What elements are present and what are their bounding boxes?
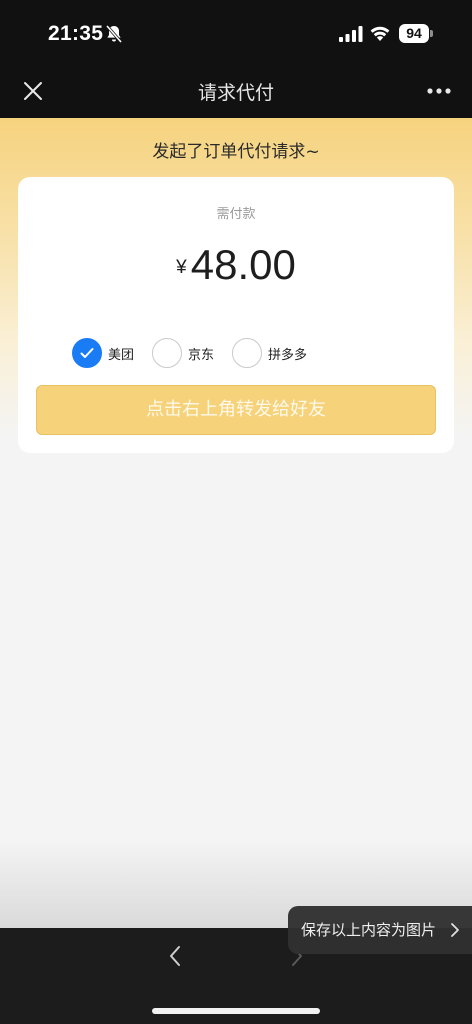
platform-label: 京东 xyxy=(188,347,215,363)
forward-to-friend-button[interactable]: 点击右上角转发给好友 xyxy=(36,385,436,435)
battery-level: 94 xyxy=(399,24,429,43)
page-title: 请求代付 xyxy=(197,82,274,104)
radio-unchecked-icon[interactable] xyxy=(152,338,183,368)
radio-checked-icon[interactable] xyxy=(72,338,102,368)
back-arrow-icon[interactable] xyxy=(166,944,184,968)
currency-symbol: ¥ xyxy=(176,257,187,278)
checkmark-icon xyxy=(80,348,94,358)
platform-option-pinduoduo[interactable]: 拼多多 xyxy=(232,338,307,368)
platform-label: 美团 xyxy=(108,347,135,363)
bell-off-icon xyxy=(105,25,123,43)
platform-options: 美团 京东 拼多多 xyxy=(72,338,325,368)
battery-icon: 94 xyxy=(399,24,433,43)
home-indicator xyxy=(152,1008,320,1014)
amount-value: 48.00 xyxy=(190,241,296,288)
signal-icon xyxy=(339,26,363,42)
wifi-icon xyxy=(370,26,390,41)
save-as-image-button[interactable]: 保存以上内容为图片 xyxy=(288,906,472,954)
request-message: 发起了订单代付请求~ xyxy=(152,142,320,162)
more-icon[interactable] xyxy=(426,87,452,95)
status-time: 21:35 xyxy=(48,22,104,45)
radio-unchecked-icon[interactable] xyxy=(232,338,263,368)
platform-option-jd[interactable]: 京东 xyxy=(152,338,214,368)
amount-display: ¥48.00 xyxy=(18,241,454,289)
payment-card: 需付款 ¥48.00 美团 京东 拼多多 点击右上角转发给好友 xyxy=(18,177,454,453)
battery-tip xyxy=(430,30,433,37)
platform-option-meituan[interactable]: 美团 xyxy=(72,338,134,368)
chevron-right-icon xyxy=(451,923,459,937)
status-bar: 21:35 94 xyxy=(0,0,472,64)
amount-label: 需付款 xyxy=(216,207,256,222)
save-as-image-label: 保存以上内容为图片 xyxy=(301,921,437,939)
nav-bar: 请求代付 xyxy=(0,64,472,118)
platform-label: 拼多多 xyxy=(268,347,308,363)
